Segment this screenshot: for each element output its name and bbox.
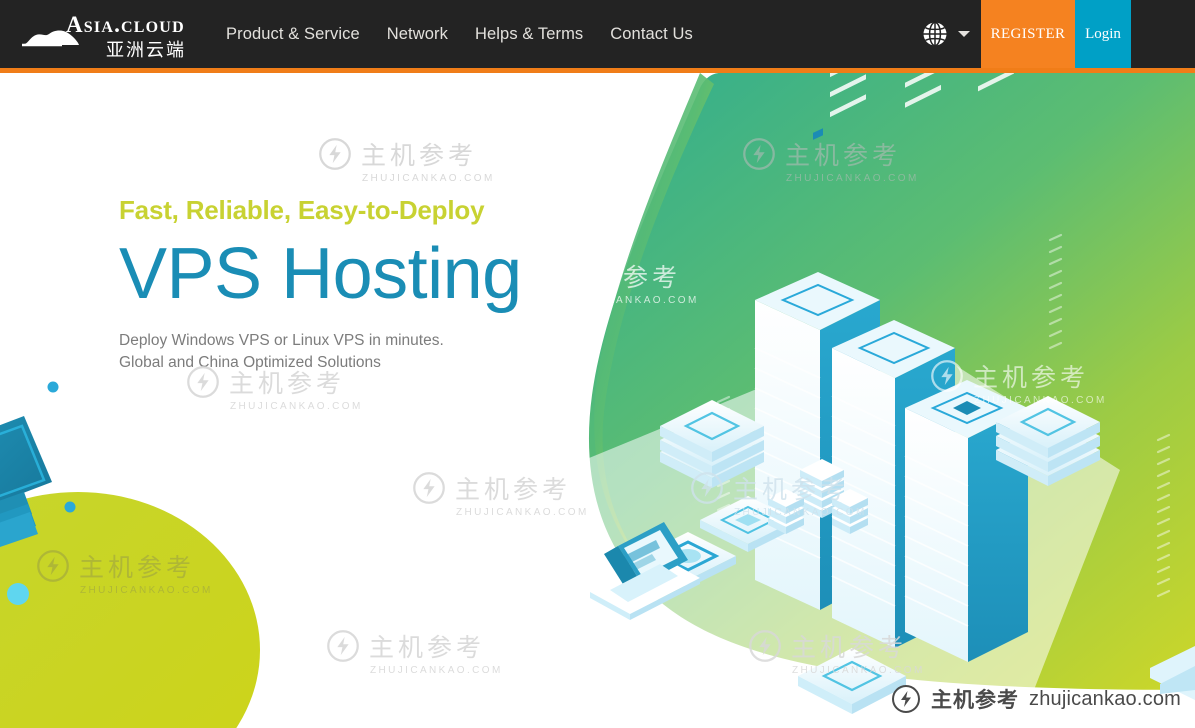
nav-item-network[interactable]: Network <box>387 0 475 68</box>
nav-item-product-service[interactable]: Product & Service <box>226 0 387 68</box>
language-switcher[interactable] <box>922 0 970 68</box>
main-navigation: Product & Service Network Helps & Terms … <box>226 0 720 68</box>
hero-eyebrow: Fast, Reliable, Easy-to-Deploy <box>119 195 485 225</box>
logo-primary-text: Asia.cloud <box>66 12 185 37</box>
hero-subtitle: Deploy Windows VPS or Linux VPS in minut… <box>119 330 522 375</box>
hero-subtitle-line-1: Deploy Windows VPS or Linux VPS in minut… <box>119 331 444 349</box>
hero-title: VPS Hosting <box>119 234 522 315</box>
register-button[interactable]: REGISTER <box>981 0 1075 68</box>
logo-secondary-text: 亚洲云端 <box>106 40 186 61</box>
hero-text-block: Fast, Reliable, Easy-to-Deploy VPS Hosti… <box>119 195 522 375</box>
login-button[interactable]: Login <box>1075 0 1131 68</box>
nav-item-contact-us[interactable]: Contact Us <box>610 0 720 68</box>
globe-icon <box>923 21 947 47</box>
site-logo[interactable]: Asia.cloud 亚洲云端 <box>22 10 217 61</box>
nav-item-helps-terms[interactable]: Helps & Terms <box>475 0 610 68</box>
hero-subtitle-line-2: Global and China Optimized Solutions <box>119 354 381 372</box>
site-header: Asia.cloud 亚洲云端 Product & Service Networ… <box>0 0 1195 68</box>
header-accent-stripe <box>0 68 1195 73</box>
chevron-down-icon <box>958 31 970 37</box>
